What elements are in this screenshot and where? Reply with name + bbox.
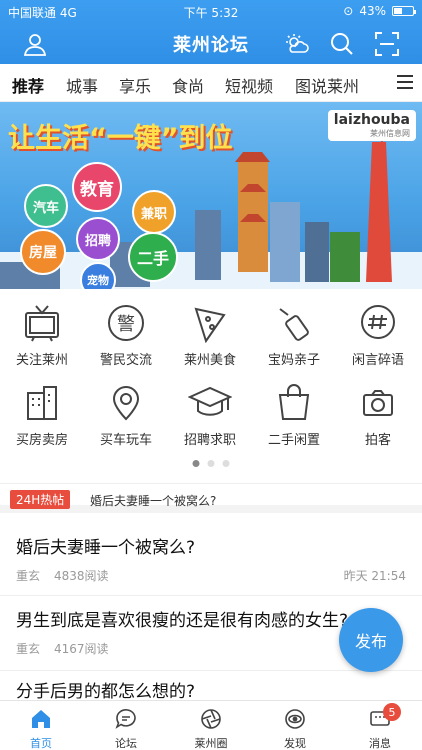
nav-messages[interactable]: 消息 5	[345, 703, 415, 750]
grid-item-car[interactable]: 买车玩车	[84, 383, 168, 448]
nav-discover[interactable]: 发现	[260, 707, 330, 750]
hot-ticker-text: 婚后夫妻睡一个被窝么?	[90, 494, 217, 508]
post-title: 婚后夫妻睡一个被窝么?	[16, 538, 196, 558]
post-author: 重玄	[16, 569, 41, 583]
location-icon	[104, 383, 148, 423]
hot-posts-ticker[interactable]: 24H热帖 婚后夫妻睡一个被窝么?	[0, 483, 422, 513]
grid-item-chat[interactable]: 闲言碎语	[336, 303, 420, 368]
pizza-icon	[188, 303, 232, 344]
battery-fill	[394, 8, 402, 14]
menu-icon[interactable]	[396, 73, 414, 91]
tab-food[interactable]: 食尚	[172, 73, 204, 97]
page-dot	[207, 460, 215, 467]
scan-icon[interactable]	[374, 31, 400, 57]
nav-bar: 莱州论坛	[0, 22, 422, 64]
chat-hash-icon	[356, 303, 400, 343]
building-icon	[20, 383, 64, 423]
rotation-lock-icon: ⊙	[343, 4, 354, 18]
user-icon[interactable]	[22, 31, 48, 57]
post-author: 重玄	[16, 642, 41, 656]
banner-slogan: 让生活“一键”到位	[8, 123, 233, 154]
nav-home[interactable]: 首页	[6, 707, 76, 750]
grid-page-indicator	[192, 460, 230, 467]
grid-item-parenting[interactable]: 宝妈亲子	[252, 303, 336, 368]
status-right: ⊙ 43%	[343, 4, 416, 18]
tv-icon	[20, 303, 64, 343]
status-bar: 中国联通 4G 下午 5:32 ⊙ 43%	[0, 0, 422, 22]
grid-item-food[interactable]: 莱州美食	[168, 303, 252, 368]
post-date: 昨天 21:54	[343, 569, 406, 583]
bottom-nav: 首页 论坛 莱州圈 发现 消息 5	[0, 700, 422, 750]
grid-item-secondhand[interactable]: 二手闲置	[252, 383, 336, 448]
bubble-car: 汽车	[24, 184, 68, 228]
tab-recommend[interactable]: 推荐	[12, 73, 45, 106]
nav-circle[interactable]: 莱州圈	[176, 707, 246, 750]
bubble-parttime: 兼职	[132, 190, 176, 234]
post-item[interactable]: 分手后男的都怎么想的?	[0, 671, 422, 702]
message-badge: 5	[383, 703, 401, 721]
carrier-label: 中国联通 4G	[8, 6, 77, 20]
home-icon	[32, 710, 50, 728]
app-header: 中国联通 4G 下午 5:32 ⊙ 43% 莱州论坛	[0, 0, 422, 64]
bubble-education: 教育	[72, 162, 122, 212]
weather-icon[interactable]	[284, 31, 310, 57]
post-item[interactable]: 婚后夫妻睡一个被窝么? 重玄 4838阅读 昨天 21:54	[0, 521, 422, 596]
grid-item-jobs[interactable]: 招聘求职	[168, 383, 252, 448]
grid-item-photographer[interactable]: 拍客	[336, 383, 420, 448]
tab-city[interactable]: 城事	[66, 73, 98, 97]
search-icon[interactable]	[329, 31, 355, 57]
post-meta: 重玄 4167阅读	[16, 640, 109, 657]
page-title: 莱州论坛	[173, 35, 249, 56]
bubble-recruit: 招聘	[76, 217, 120, 261]
clock: 下午 5:32	[183, 6, 239, 20]
svg-text:警: 警	[117, 314, 135, 335]
post-meta: 重玄 4838阅读	[16, 567, 109, 584]
grid-item-house[interactable]: 买房卖房	[0, 383, 84, 448]
tab-photo-laizhou[interactable]: 图说莱州	[295, 73, 359, 97]
eye-icon	[285, 709, 305, 729]
category-tabs: 推荐 城事 享乐 食尚 短视频 图说莱州	[0, 64, 422, 106]
chat-bubble-icon	[115, 709, 136, 729]
post-reads: 4838阅读	[54, 569, 109, 583]
battery-percent: 43%	[359, 4, 386, 18]
camera-icon	[356, 383, 400, 423]
hot-tag: 24H热帖	[10, 490, 71, 509]
grid-item-follow[interactable]: 关注莱州	[0, 303, 84, 368]
battery-icon	[392, 6, 416, 16]
grid-item-police[interactable]: 警 警民交流	[84, 303, 168, 368]
bubble-house: 房屋	[20, 229, 66, 275]
aperture-icon	[201, 709, 221, 729]
post-reads: 4167阅读	[54, 642, 109, 656]
promo-banner[interactable]: 让生活“一键”到位 laizhouba 莱州信息网 教育 汽车 兼职 房屋 招聘…	[0, 102, 422, 289]
police-icon: 警	[104, 303, 148, 343]
page-dot	[222, 460, 230, 467]
graduation-cap-icon	[187, 383, 233, 423]
bottle-icon	[272, 303, 316, 343]
post-title: 分手后男的都怎么想的?	[16, 682, 196, 702]
publish-button[interactable]: 发布	[339, 608, 403, 672]
nav-forum[interactable]: 论坛	[91, 707, 161, 750]
page-dot-active	[192, 460, 200, 467]
tab-short-video[interactable]: 短视频	[225, 73, 273, 97]
post-title: 男生到底是喜欢很瘦的还是很有肉感的女生?	[16, 611, 349, 631]
shopping-bag-icon	[272, 383, 316, 423]
bubble-secondhand: 二手	[128, 232, 178, 282]
category-grid: 关注莱州 警 警民交流 莱州美食 宝妈亲子 闲言碎语 买房卖房 买车玩车 招聘求…	[0, 295, 422, 455]
banner-logo: laizhouba 莱州信息网	[327, 110, 416, 141]
tab-leisure[interactable]: 享乐	[119, 73, 151, 97]
